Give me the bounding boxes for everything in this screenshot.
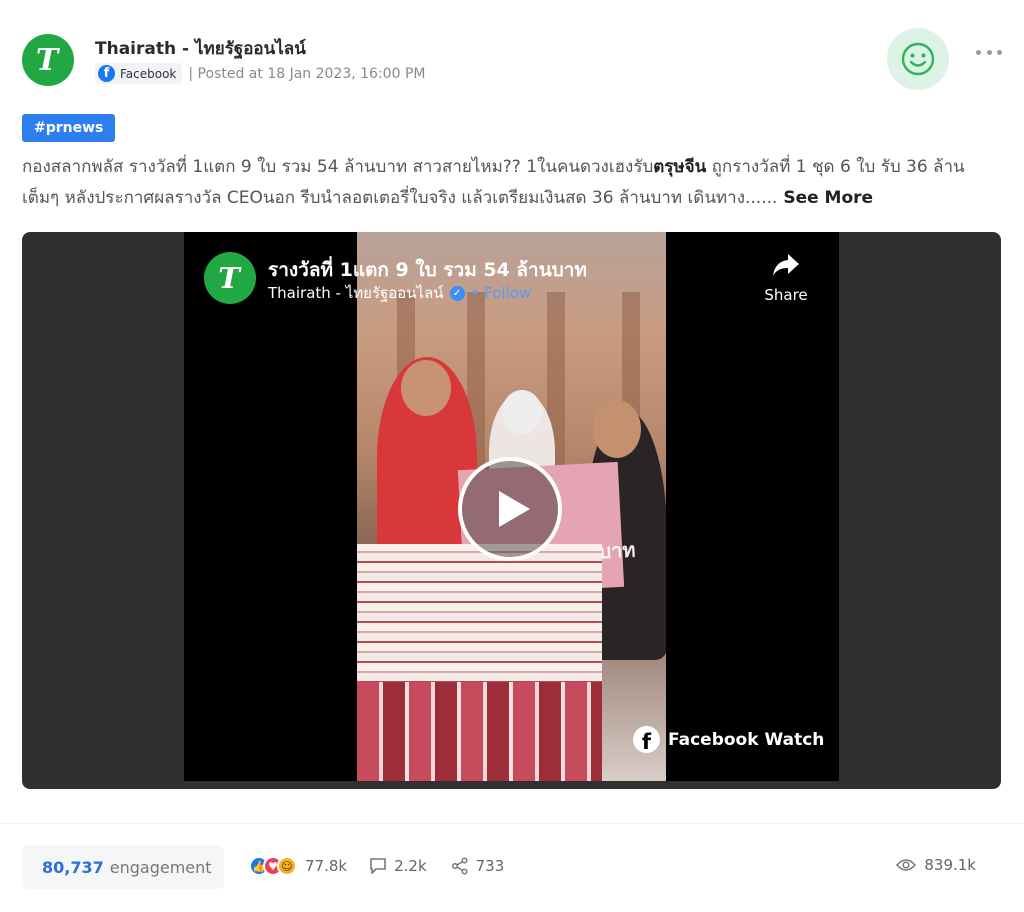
- share-arrow-icon: [773, 254, 799, 276]
- video-share-button[interactable]: Share: [757, 252, 815, 312]
- post-meta: f Facebook | Posted at 18 Jan 2023, 16:0…: [95, 63, 425, 84]
- see-more-link[interactable]: See More: [777, 188, 873, 208]
- share-label: Share: [764, 286, 808, 304]
- shares-count: 733: [475, 857, 505, 875]
- more-dot-icon: [986, 49, 992, 55]
- eye-icon: [896, 859, 917, 871]
- person-head: [593, 400, 641, 458]
- engagement-badge: 80,737 engagement: [22, 845, 224, 889]
- smiley-icon: [901, 42, 935, 76]
- facebook-watch-label: Facebook Watch: [668, 729, 825, 750]
- haha-reaction-icon: ☺: [277, 856, 297, 876]
- views-count: 839.1k: [924, 856, 976, 874]
- cash-table: [357, 682, 602, 781]
- page-name[interactable]: Thairath - ไทยรัฐออนไลน์: [95, 35, 306, 62]
- comments-stat: 2.2k: [369, 857, 427, 875]
- comments-count: 2.2k: [394, 857, 427, 875]
- footer-divider: [0, 823, 1024, 824]
- stats-group: 👍 ♥ ☺ 77.8k 2.2k 733: [249, 856, 528, 876]
- share-icon: [451, 857, 468, 875]
- shares-stat: 733: [451, 857, 505, 875]
- person-head: [401, 360, 451, 416]
- source-label: Facebook: [120, 66, 177, 81]
- engagement-count: 80,737: [42, 857, 104, 877]
- post-caption: กองสลากพลัส รางวัลที่ 1แตก 9 ใบ รวม 54 ล…: [22, 152, 997, 214]
- more-dot-icon: [976, 49, 981, 55]
- facebook-icon: f: [98, 65, 115, 82]
- avatar-logo: T: [218, 261, 240, 295]
- post-stats-bar: 80,737 engagement 👍 ♥ ☺ 77.8k 2.2k 733 8…: [22, 845, 1002, 889]
- reactions-count: 77.8k: [305, 857, 348, 875]
- sentiment-button[interactable]: [887, 28, 949, 90]
- video-channel-name[interactable]: Thairath - ไทยรัฐออนไลน์: [268, 281, 444, 305]
- hashtag-tag[interactable]: #prnews: [22, 114, 116, 142]
- video-player[interactable]: 36,000,000 บาท T รางวัลที่ 1แตก 9 ใบ รวม…: [22, 232, 1001, 789]
- follow-link[interactable]: • Follow: [471, 284, 532, 302]
- verified-badge-icon: ✓: [449, 285, 465, 301]
- comment-icon: [370, 858, 386, 874]
- engagement-label: engagement: [109, 857, 212, 877]
- posted-timestamp: | Posted at 18 Jan 2023, 16:00 PM: [188, 65, 426, 82]
- page-avatar[interactable]: T: [22, 34, 74, 86]
- facebook-icon: f: [633, 726, 660, 753]
- play-icon: [498, 491, 530, 527]
- more-options-button[interactable]: [976, 42, 1002, 62]
- avatar-logo: T: [35, 42, 59, 78]
- video-channel-avatar[interactable]: T: [204, 252, 256, 304]
- views-stat: 839.1k: [896, 856, 976, 874]
- source-badge: f Facebook: [95, 63, 183, 84]
- post-header: T Thairath - ไทยรัฐออนไลน์ f Facebook | …: [22, 28, 1002, 92]
- person-head: [502, 390, 542, 434]
- caption-text: กองสลากพลัส รางวัลที่ 1แตก 9 ใบ รวม 54 ล…: [22, 157, 654, 177]
- facebook-watch-watermark: f Facebook Watch: [633, 726, 824, 753]
- video-channel-row: Thairath - ไทยรัฐออนไลน์ ✓ • Follow: [268, 281, 531, 305]
- play-button[interactable]: [458, 457, 562, 561]
- caption-bold-text: ตรุษจีน: [653, 157, 707, 177]
- more-dot-icon: [997, 49, 1002, 55]
